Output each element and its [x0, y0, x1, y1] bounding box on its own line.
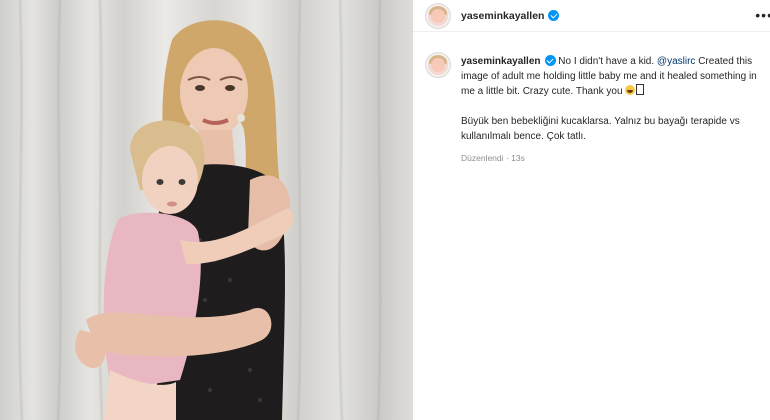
- verified-badge-icon: [544, 55, 556, 66]
- caption-text-part1: No I didn't have a kid.: [558, 56, 655, 67]
- verified-badge-icon: [548, 10, 560, 21]
- caption: yaseminkayallen No I didn't have a kid. …: [413, 32, 770, 166]
- post-side-panel: yaseminkayallen ••• yaseminkayallen No I…: [412, 0, 770, 420]
- avatar[interactable]: [425, 2, 451, 29]
- missing-glyph-icon: [636, 84, 645, 95]
- photo-illustration: [17, 0, 382, 420]
- post-photo[interactable]: [0, 0, 412, 420]
- laughing-emoji-icon: [625, 85, 636, 95]
- caption-paragraph-2: Büyük ben bebekliğini kucaklarsa. Yalnız…: [461, 116, 740, 142]
- post-meta: Düzenlendi · 13s: [461, 151, 770, 166]
- post-header: yaseminkayallen •••: [413, 0, 770, 32]
- edited-label: Düzenlendi: [461, 153, 504, 163]
- more-horizontal-icon[interactable]: •••: [755, 7, 770, 23]
- caption-username[interactable]: yaseminkayallen: [461, 56, 541, 67]
- caption-avatar[interactable]: [425, 52, 451, 78]
- meta-separator: ·: [505, 153, 509, 163]
- header-username[interactable]: yaseminkayallen: [461, 10, 544, 22]
- caption-text: yaseminkayallen No I didn't have a kid. …: [461, 54, 770, 166]
- instagram-post: yaseminkayallen ••• yaseminkayallen No I…: [0, 0, 770, 420]
- timestamp[interactable]: 13s: [511, 153, 525, 163]
- mention-link[interactable]: @yaslirc: [657, 56, 696, 67]
